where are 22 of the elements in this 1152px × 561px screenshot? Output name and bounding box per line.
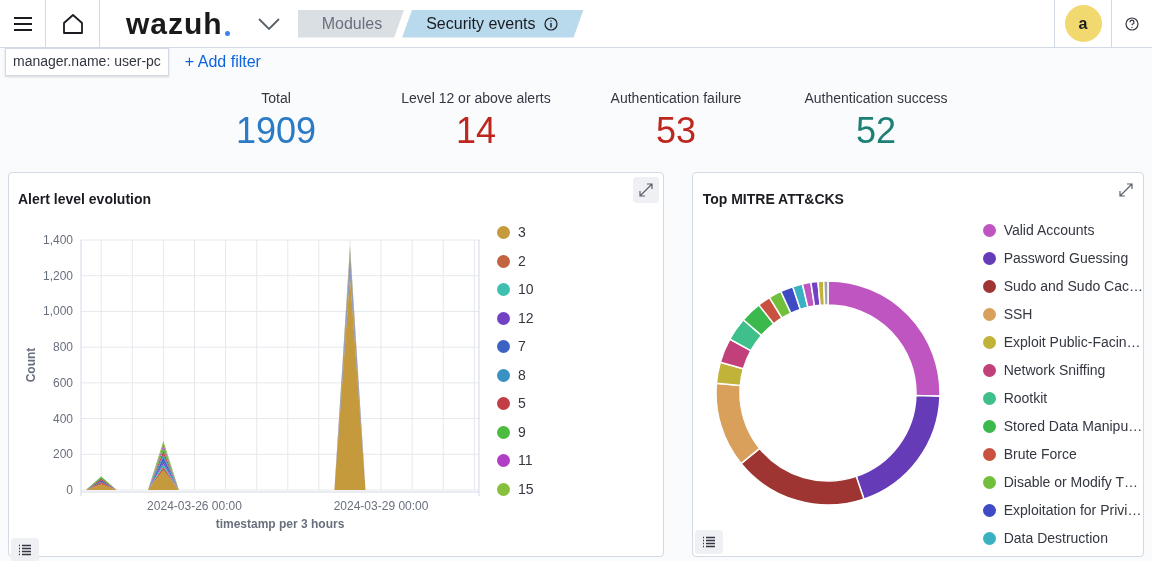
stat-label: Total bbox=[261, 89, 291, 108]
stat-label: Authentication success bbox=[804, 89, 948, 108]
y-tick-label: 1,400 bbox=[42, 233, 73, 247]
stat-label: Authentication failure bbox=[610, 89, 742, 108]
x-tick-label: 2024-03-26 00:00 bbox=[147, 499, 242, 513]
stat-value: 1909 bbox=[235, 109, 317, 153]
stat-label: Level 12 or above alerts bbox=[401, 89, 551, 108]
stat-value: 52 bbox=[855, 109, 896, 153]
y-tick-label: 800 bbox=[52, 340, 73, 355]
y-tick-label: 400 bbox=[52, 411, 73, 426]
y-tick-label: 600 bbox=[52, 375, 73, 390]
panel-title: Top MITRE ATT&CKS bbox=[702, 190, 844, 209]
x-axis-title: timestamp per 3 hours bbox=[215, 517, 345, 531]
y-tick-label: 200 bbox=[52, 447, 73, 462]
y-tick-label: 1,200 bbox=[42, 268, 73, 283]
stat-value: 53 bbox=[655, 109, 696, 153]
y-axis-title: Count bbox=[24, 347, 38, 383]
y-tick-label: 1,000 bbox=[42, 304, 73, 319]
y-tick-label: 0 bbox=[66, 483, 73, 497]
x-tick-label: 2024-03-29 00:00 bbox=[333, 499, 429, 513]
panel-title: Alert level evolution bbox=[18, 190, 152, 209]
stat-value: 14 bbox=[455, 109, 496, 153]
